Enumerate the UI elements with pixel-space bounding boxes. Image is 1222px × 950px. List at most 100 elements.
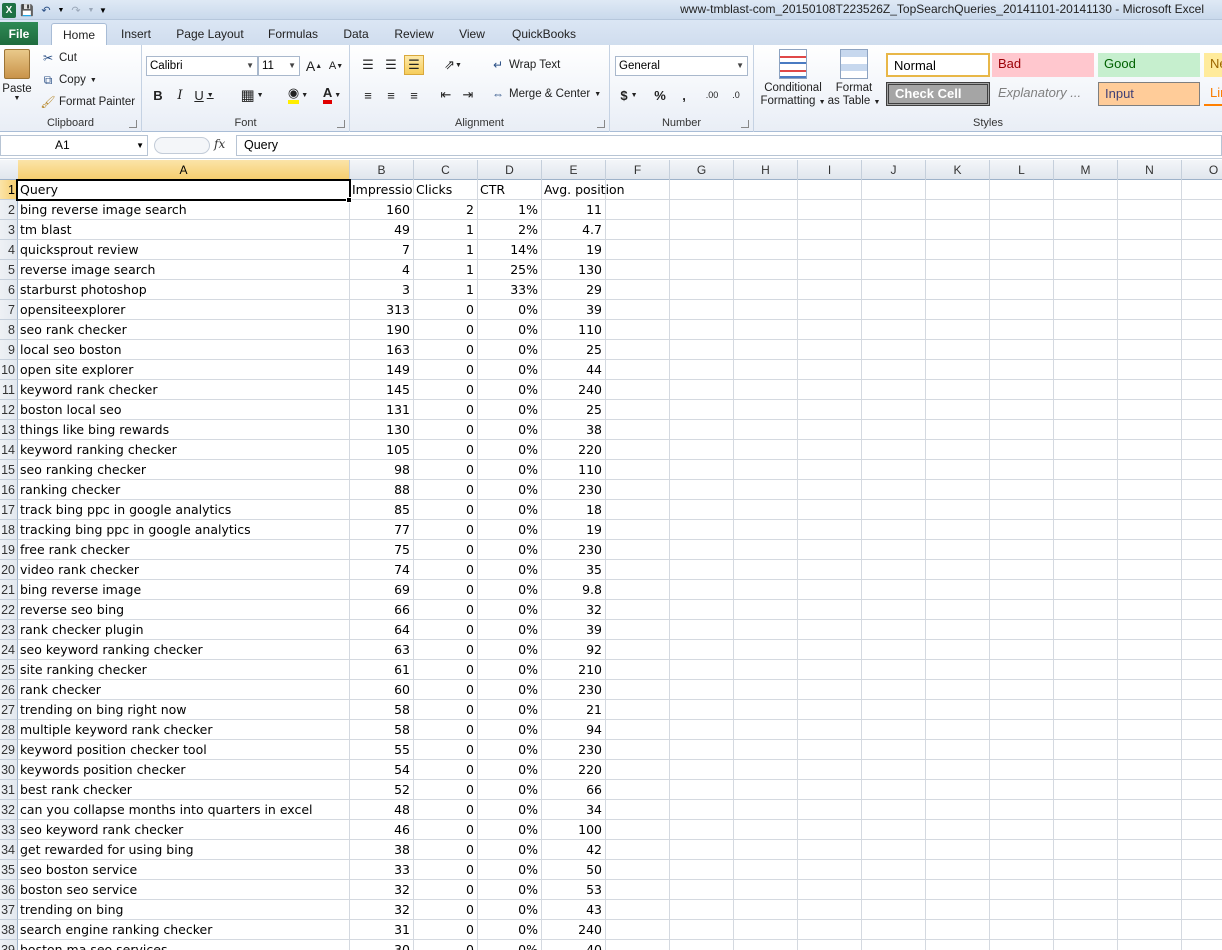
cell[interactable]	[926, 220, 990, 240]
cell[interactable]	[606, 700, 670, 720]
cell[interactable]	[670, 800, 734, 820]
column-header-c[interactable]: C	[414, 160, 478, 180]
cell[interactable]	[862, 920, 926, 940]
cell[interactable]	[1054, 800, 1118, 820]
wrap-text-button[interactable]: ↵ Wrap Text	[490, 57, 560, 73]
cell[interactable]	[606, 680, 670, 700]
cell[interactable]: 66	[542, 780, 606, 800]
cell[interactable]: 105	[350, 440, 414, 460]
number-format-combo[interactable]: General ▼	[615, 56, 748, 76]
tab-review[interactable]: Review	[388, 23, 440, 45]
cell[interactable]	[734, 860, 798, 880]
cell[interactable]: 32	[350, 880, 414, 900]
row-header[interactable]: 10	[0, 360, 18, 380]
cell[interactable]: rank checker plugin	[18, 620, 350, 640]
row-header[interactable]: 15	[0, 460, 18, 480]
cell[interactable]	[798, 320, 862, 340]
cell[interactable]	[990, 440, 1054, 460]
cell[interactable]	[798, 700, 862, 720]
cell[interactable]	[798, 540, 862, 560]
cell[interactable]	[990, 580, 1054, 600]
tab-data[interactable]: Data	[336, 23, 376, 45]
cell[interactable]	[1118, 420, 1182, 440]
row-header[interactable]: 14	[0, 440, 18, 460]
cell[interactable]	[734, 440, 798, 460]
cell[interactable]	[926, 280, 990, 300]
cell[interactable]	[1182, 380, 1222, 400]
cell[interactable]	[798, 440, 862, 460]
cell[interactable]	[926, 620, 990, 640]
cell[interactable]	[670, 320, 734, 340]
cell[interactable]: opensiteexplorer	[18, 300, 350, 320]
cell[interactable]	[990, 420, 1054, 440]
cell[interactable]	[990, 280, 1054, 300]
cell[interactable]	[862, 460, 926, 480]
column-title-cell[interactable]: Query	[18, 180, 350, 200]
align-center-icon[interactable]: ≡	[381, 85, 401, 105]
row-header[interactable]: 26	[0, 680, 18, 700]
cell[interactable]	[926, 920, 990, 940]
cell[interactable]: 77	[350, 520, 414, 540]
insert-function-icon[interactable]: fx	[214, 137, 225, 151]
cell[interactable]	[1182, 340, 1222, 360]
cell[interactable]	[1054, 780, 1118, 800]
cell[interactable]: keyword ranking checker	[18, 440, 350, 460]
cell[interactable]: 0%	[478, 940, 542, 950]
cell[interactable]: 88	[350, 480, 414, 500]
cell[interactable]: 29	[542, 280, 606, 300]
cell[interactable]	[670, 240, 734, 260]
cell[interactable]: ranking checker	[18, 480, 350, 500]
cell[interactable]: 0%	[478, 720, 542, 740]
cell[interactable]	[734, 940, 798, 950]
cell[interactable]: 220	[542, 440, 606, 460]
cell[interactable]	[862, 740, 926, 760]
cell[interactable]	[990, 560, 1054, 580]
row-header[interactable]: 7	[0, 300, 18, 320]
row-header[interactable]: 11	[0, 380, 18, 400]
cell[interactable]	[1182, 500, 1222, 520]
cell[interactable]	[990, 300, 1054, 320]
cell[interactable]: tracking bing ppc in google analytics	[18, 520, 350, 540]
cell[interactable]	[798, 600, 862, 620]
cell[interactable]: multiple keyword rank checker	[18, 720, 350, 740]
cell[interactable]	[990, 180, 1054, 200]
cell[interactable]	[1182, 700, 1222, 720]
cell[interactable]	[926, 760, 990, 780]
cell[interactable]	[606, 780, 670, 800]
column-header-k[interactable]: K	[926, 160, 990, 180]
style-linked-cell[interactable]: Lin	[1204, 82, 1222, 106]
cell[interactable]	[862, 580, 926, 600]
cell[interactable]	[734, 680, 798, 700]
cell[interactable]: seo boston service	[18, 860, 350, 880]
cell[interactable]	[1054, 360, 1118, 380]
cell[interactable]	[734, 460, 798, 480]
cell[interactable]: starburst photoshop	[18, 280, 350, 300]
cell[interactable]: 0%	[478, 460, 542, 480]
cell[interactable]	[734, 880, 798, 900]
cell[interactable]	[798, 580, 862, 600]
row-header[interactable]: 1	[0, 180, 18, 200]
tab-file[interactable]: File	[0, 22, 38, 45]
row-header[interactable]: 30	[0, 760, 18, 780]
format-painter-button[interactable]: 🖌 Format Painter	[40, 94, 135, 110]
row-header[interactable]: 34	[0, 840, 18, 860]
cell[interactable]	[1182, 720, 1222, 740]
cell[interactable]: search engine ranking checker	[18, 920, 350, 940]
cell[interactable]	[606, 860, 670, 880]
cell[interactable]: reverse seo bing	[18, 600, 350, 620]
column-header-o[interactable]: O	[1182, 160, 1222, 180]
select-all-corner[interactable]	[0, 160, 18, 180]
cell[interactable]	[926, 440, 990, 460]
cell[interactable]	[1054, 240, 1118, 260]
underline-button[interactable]: U ▼	[194, 85, 214, 105]
cell[interactable]: 48	[350, 800, 414, 820]
cell[interactable]: 0%	[478, 340, 542, 360]
cell[interactable]	[990, 880, 1054, 900]
cell[interactable]	[670, 420, 734, 440]
cell[interactable]	[926, 300, 990, 320]
align-right-icon[interactable]: ≡	[404, 85, 424, 105]
style-normal[interactable]: Normal	[886, 53, 990, 77]
cell[interactable]: 4.7	[542, 220, 606, 240]
cell[interactable]	[670, 580, 734, 600]
cell[interactable]	[1118, 240, 1182, 260]
